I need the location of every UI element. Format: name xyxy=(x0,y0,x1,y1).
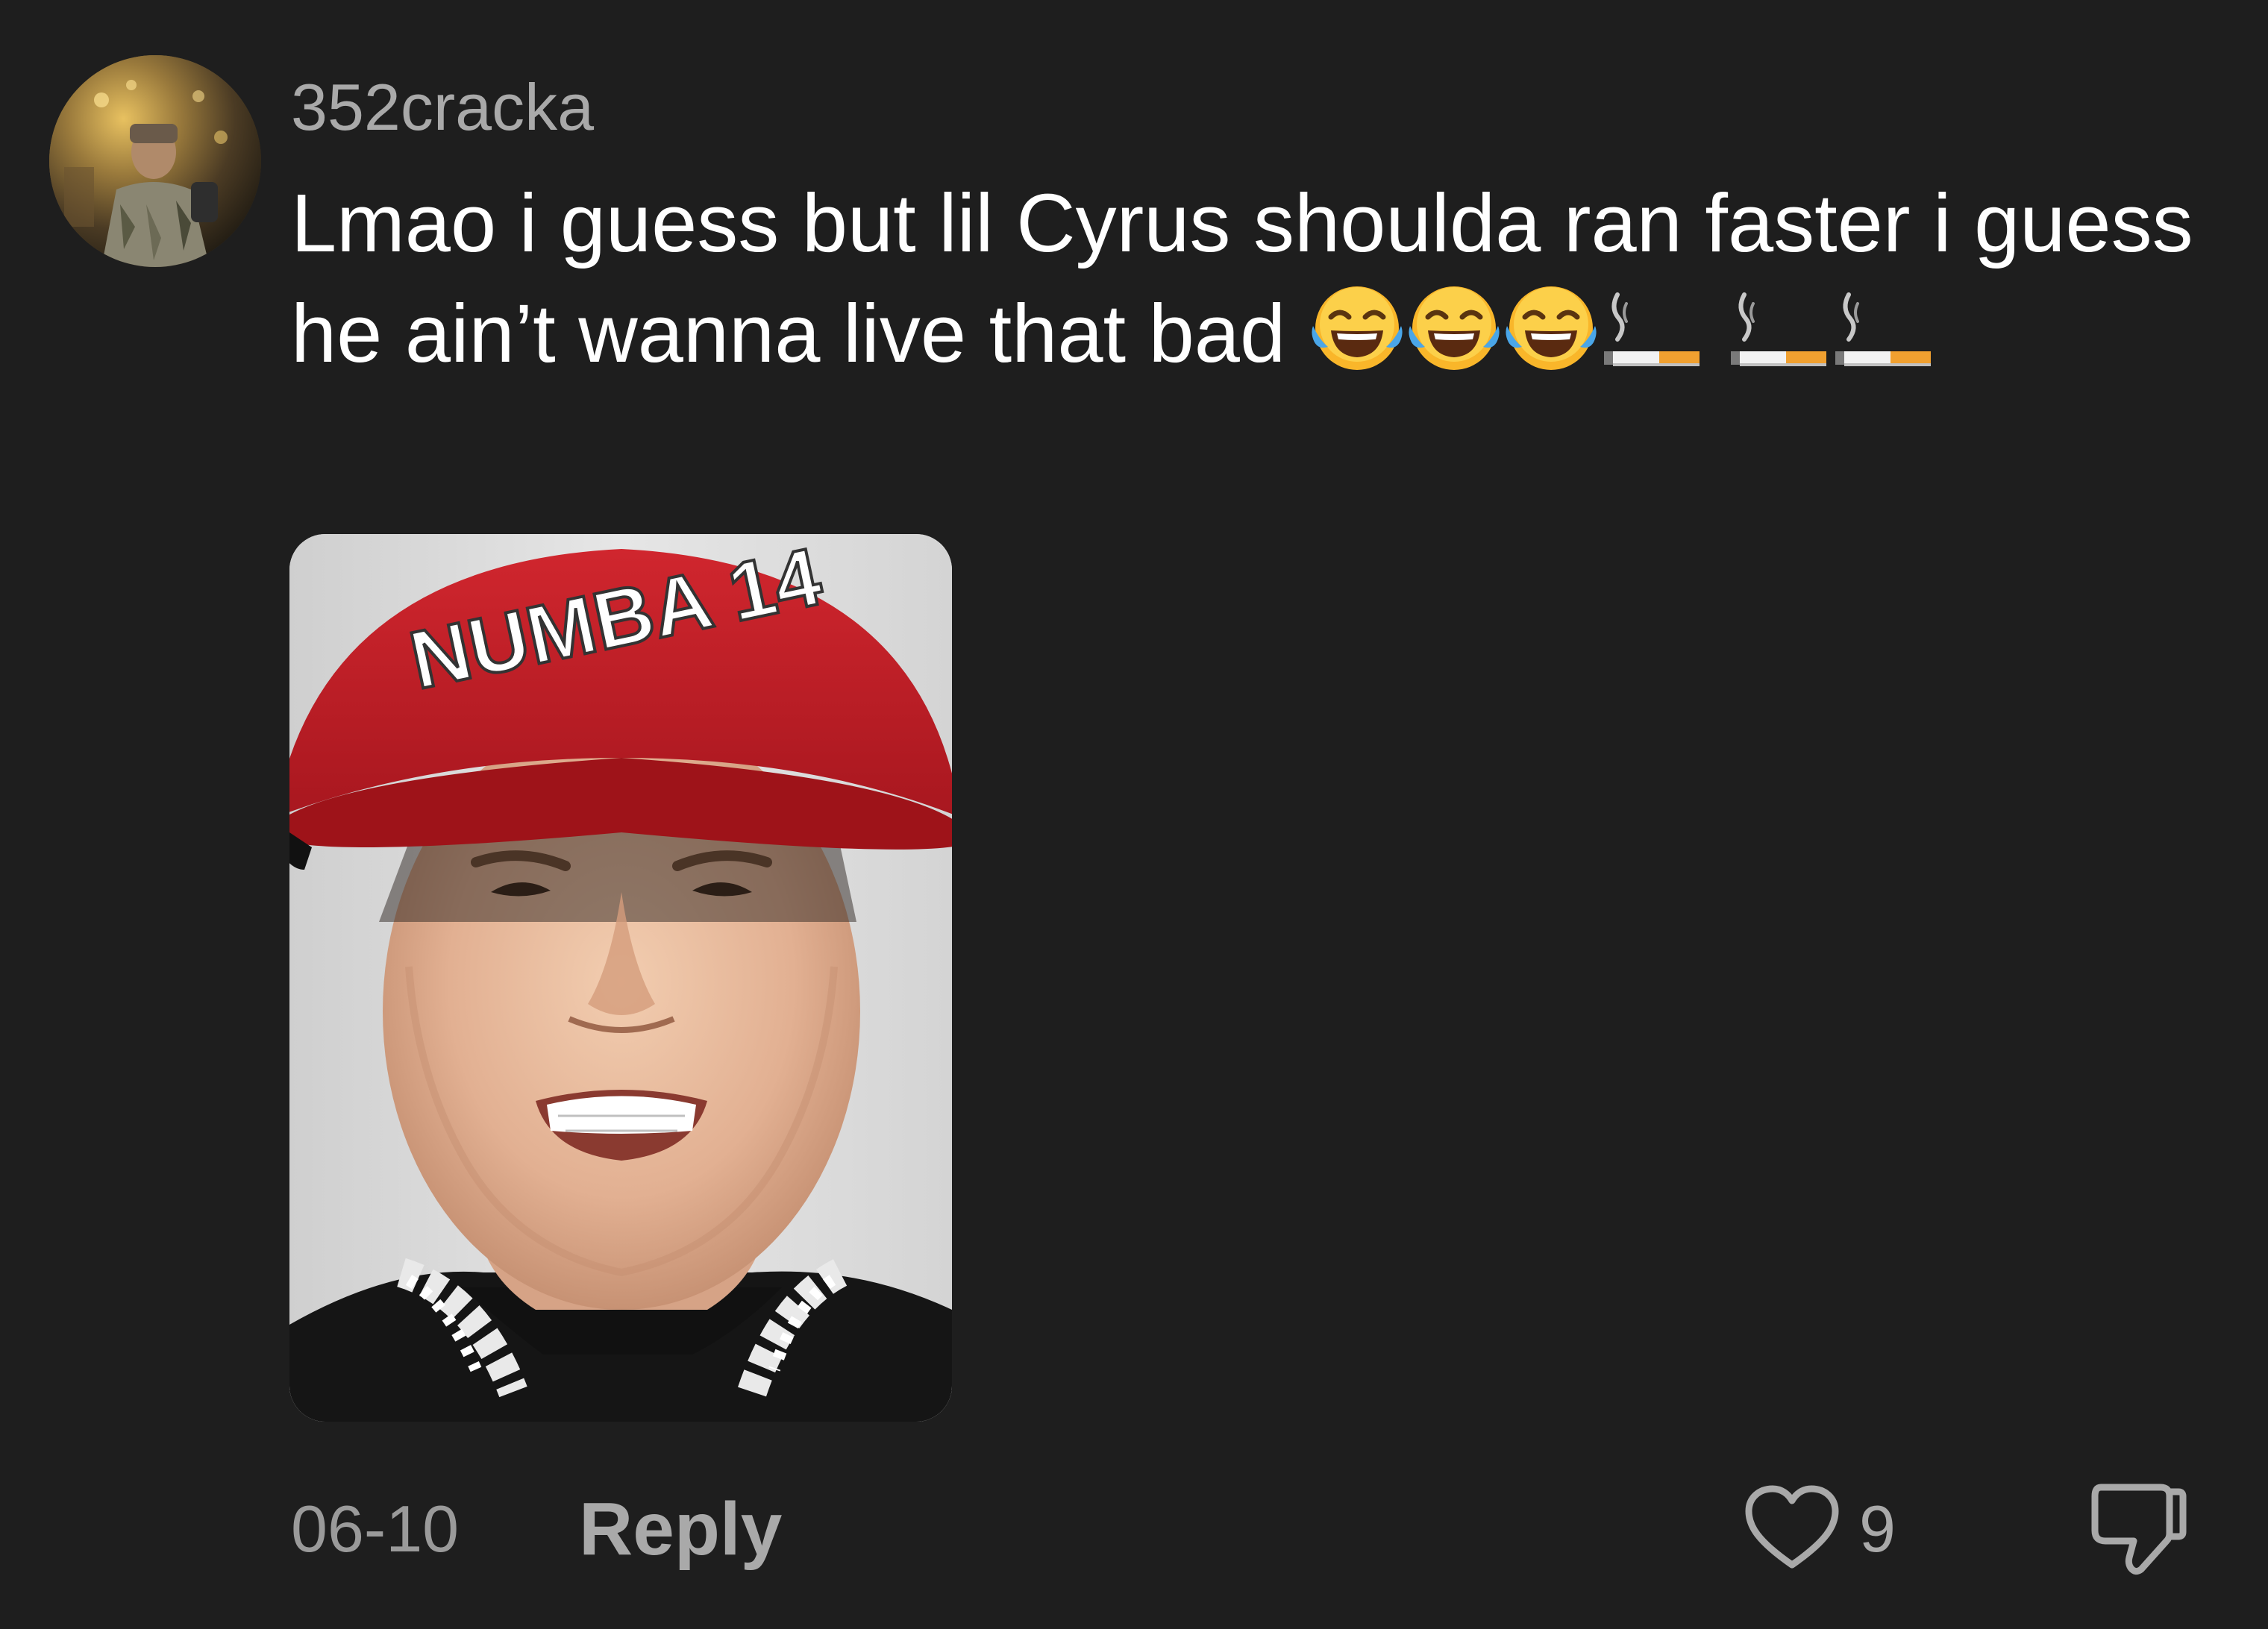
avatar[interactable] xyxy=(49,55,261,267)
comment-image[interactable]: NUMBA 14 xyxy=(289,534,952,1422)
comment-body: Lmao i guess but lil Cyrus shoulda ran f… xyxy=(291,169,2201,389)
avatar-image xyxy=(49,55,261,267)
comment-footer: 06-10 Reply 9 xyxy=(0,1484,2268,1575)
dislike-button[interactable] xyxy=(2086,1480,2190,1577)
comment-username[interactable]: 352cracka xyxy=(291,69,594,146)
cigarette-emoji-icon xyxy=(1726,280,1831,377)
tears-of-joy-emoji-icon xyxy=(1406,280,1503,377)
like-button[interactable]: 9 xyxy=(1743,1484,1896,1574)
comment-date: 06-10 xyxy=(291,1492,460,1566)
reply-button[interactable]: Reply xyxy=(579,1487,782,1571)
like-count: 9 xyxy=(1859,1492,1896,1566)
heart-outline-icon xyxy=(1745,1485,1839,1569)
tears-of-joy-emoji-icon xyxy=(1503,280,1600,377)
cigarette-emoji-icon xyxy=(1600,280,1704,377)
tears-of-joy-emoji-icon xyxy=(1309,280,1406,377)
thumbs-down-icon xyxy=(2091,1484,2187,1575)
cigarette-emoji-icon xyxy=(1831,280,1935,377)
